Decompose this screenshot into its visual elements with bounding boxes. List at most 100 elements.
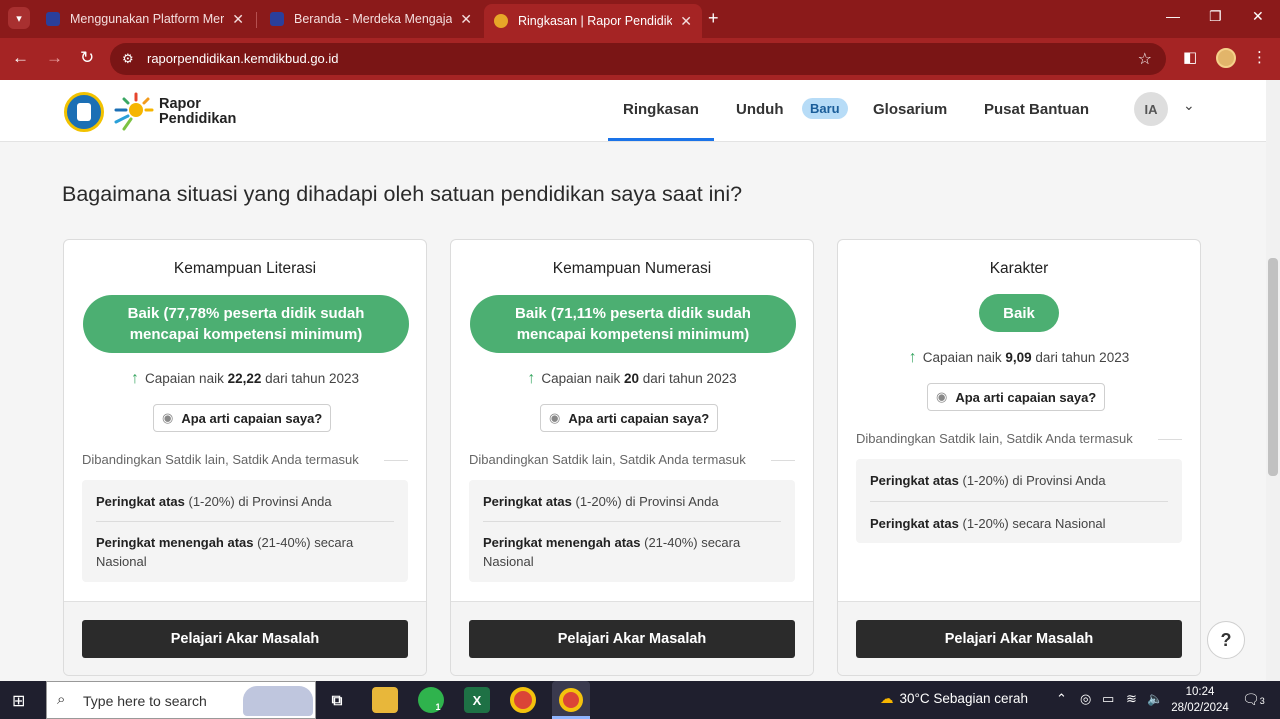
compare-label: Dibandingkan Satdik lain, Satdik Anda te…	[82, 452, 359, 467]
card-karakter: Karakter Baik ↑ Capaian naik 9,09 dari ta…	[837, 239, 1201, 676]
nav-unduh[interactable]: Unduh	[736, 101, 783, 118]
card-title: Karakter	[989, 260, 1049, 277]
user-avatar[interactable]: IA	[1134, 92, 1168, 126]
meet-now-icon[interactable]: ◎	[1080, 691, 1091, 707]
close-window-icon[interactable]: ✕	[1252, 8, 1264, 25]
merdeka-favicon-icon	[270, 12, 284, 26]
minimize-icon[interactable]: —	[1166, 8, 1180, 24]
side-panel-icon[interactable]: ◧	[1183, 48, 1197, 66]
merdeka-favicon-icon	[46, 12, 60, 26]
card-title: Kemampuan Numerasi	[552, 260, 712, 277]
task-view-icon[interactable]: ⧉	[324, 687, 350, 713]
battery-icon[interactable]: ▭	[1102, 691, 1114, 707]
nav-ringkasan[interactable]: Ringkasan	[623, 101, 699, 118]
card-title: Kemampuan Literasi	[173, 260, 317, 277]
rank-item: Peringkat atas (1-20%) secara Nasional	[870, 516, 1106, 531]
learn-root-cause-button[interactable]: Pelajari Akar Masalah	[856, 620, 1182, 658]
new-tab-plus-icon[interactable]: +	[708, 8, 719, 29]
help-question-icon[interactable]: ?	[1207, 621, 1245, 659]
tab-separator	[256, 12, 257, 28]
rank-item: Peringkat atas (1-20%) di Provinsi Anda	[483, 494, 719, 509]
file-explorer-icon[interactable]	[372, 687, 398, 713]
rank-box: Peringkat atas (1-20%) di Provinsi Anda …	[856, 459, 1182, 543]
eye-icon: ◉	[162, 410, 174, 425]
card-footer: Pelajari Akar Masalah	[64, 601, 426, 675]
meaning-button[interactable]: ◉ Apa arti capaian saya?	[927, 383, 1106, 411]
arrow-up-icon: ↑	[131, 370, 140, 387]
forward-arrow-icon[interactable]: →	[46, 48, 63, 68]
trend-text: ↑ Capaian naik 9,09 dari tahun 2023	[908, 349, 1130, 366]
weather-widget[interactable]: ☁ 30°C Sebagian cerah	[880, 691, 1028, 707]
profile-avatar-icon[interactable]	[1216, 48, 1236, 68]
kemdikbud-logo-icon[interactable]	[64, 92, 104, 132]
volume-icon[interactable]: 🔈	[1147, 691, 1163, 707]
search-highlight-illustration-icon	[243, 686, 313, 716]
learn-root-cause-button[interactable]: Pelajari Akar Masalah	[82, 620, 408, 658]
compare-label: Dibandingkan Satdik lain, Satdik Anda te…	[856, 431, 1133, 446]
rapor-sun-logo-icon[interactable]	[112, 92, 154, 132]
restore-icon[interactable]: ❐	[1209, 8, 1222, 25]
close-tab-icon[interactable]: ✕	[680, 13, 692, 30]
chevron-down-icon[interactable]: ⌄	[1183, 97, 1195, 114]
close-tab-icon[interactable]: ✕	[460, 11, 472, 28]
meaning-button[interactable]: ◉ Apa arti capaian saya?	[540, 404, 719, 432]
notification-center-icon[interactable]: 🗨3	[1242, 691, 1265, 708]
arrow-up-icon: ↑	[908, 349, 917, 366]
excel-icon[interactable]: X	[464, 687, 490, 713]
tab-platform-merdeka[interactable]: Menggunakan Platform Merdeka Mengajar ✕	[36, 4, 254, 34]
nav-glosarium[interactable]: Glosarium	[873, 101, 947, 118]
search-icon: ⌕	[57, 691, 66, 708]
eye-icon: ◉	[549, 410, 561, 425]
tab-beranda-merdeka[interactable]: Beranda - Merdeka Mengajar ✕	[260, 4, 482, 34]
whatsapp-icon[interactable]: 1	[418, 687, 444, 713]
divider	[771, 460, 795, 461]
browser-toolbar: ← → ↻ ⚙ raporpendidikan.kemdikbud.go.id …	[0, 38, 1280, 80]
brand-name[interactable]: Rapor Pendidikan	[159, 97, 236, 127]
card-footer: Pelajari Akar Masalah	[838, 601, 1200, 675]
windows-taskbar: ⊞ ⌕ Type here to search ⧉ 1 X ☁ 30°C Seba…	[0, 681, 1280, 719]
page-question-heading: Bagaimana situasi yang dihadapi oleh sat…	[62, 182, 743, 206]
status-badge: Baik (71,11% peserta didik sudah mencapa…	[470, 295, 796, 353]
address-bar[interactable]: ⚙ raporpendidikan.kemdikbud.go.id ☆	[110, 43, 1166, 75]
card-numerasi: Kemampuan Numerasi Baik (71,11% peserta …	[450, 239, 814, 676]
rank-item: Peringkat menengah atas (21-40%) secara …	[96, 535, 354, 569]
back-arrow-icon[interactable]: ←	[12, 48, 29, 68]
reload-icon[interactable]: ↻	[80, 48, 94, 68]
arrow-up-icon: ↑	[527, 370, 536, 387]
url-text: raporpendidikan.kemdikbud.go.id	[147, 51, 339, 66]
wifi-icon[interactable]: ≋	[1126, 691, 1137, 707]
partly-cloudy-icon: ☁	[880, 691, 894, 706]
meaning-button[interactable]: ◉ Apa arti capaian saya?	[153, 404, 332, 432]
scrollbar-thumb[interactable]	[1268, 258, 1278, 476]
chrome-active-icon[interactable]	[552, 681, 590, 719]
rank-box: Peringkat atas (1-20%) di Provinsi Anda …	[82, 480, 408, 582]
rank-item: Peringkat atas (1-20%) di Provinsi Anda	[870, 473, 1106, 488]
rapor-favicon-icon	[494, 14, 508, 28]
chrome-logo-icon	[559, 688, 583, 712]
learn-root-cause-button[interactable]: Pelajari Akar Masalah	[469, 620, 795, 658]
divider	[1158, 439, 1182, 440]
compare-label: Dibandingkan Satdik lain, Satdik Anda te…	[469, 452, 746, 467]
search-placeholder: Type here to search	[83, 693, 207, 709]
rank-item: Peringkat atas (1-20%) di Provinsi Anda	[96, 494, 332, 509]
nav-pusat-bantuan[interactable]: Pusat Bantuan	[984, 101, 1089, 118]
site-info-icon[interactable]: ⚙	[122, 51, 134, 67]
tab-search-button[interactable]: ▾	[8, 7, 30, 29]
site-header: Rapor Pendidikan Ringkasan Unduh Baru Gl…	[0, 80, 1266, 142]
chrome-icon[interactable]	[510, 687, 536, 713]
new-badge: Baru	[802, 98, 848, 119]
chrome-menu-icon[interactable]: ⋮	[1252, 48, 1267, 66]
close-tab-icon[interactable]: ✕	[232, 11, 244, 28]
chevron-up-icon[interactable]: ⌃	[1056, 691, 1067, 707]
taskbar-clock[interactable]: 10:24 28/02/2024	[1170, 684, 1230, 716]
nav-active-indicator	[608, 138, 714, 141]
card-literasi: Kemampuan Literasi Baik (77,78% peserta …	[63, 239, 427, 676]
tab-ringkasan-rapor[interactable]: Ringkasan | Rapor Pendidikan ✕	[484, 4, 702, 38]
trend-text: ↑ Capaian naik 20 dari tahun 2023	[527, 370, 737, 387]
bookmark-star-icon[interactable]: ☆	[1138, 49, 1152, 69]
rank-item: Peringkat menengah atas (21-40%) secara …	[483, 535, 741, 569]
taskbar-search[interactable]: ⌕ Type here to search	[46, 681, 316, 719]
windows-start-icon[interactable]: ⊞	[12, 691, 25, 711]
status-badge: Baik	[979, 294, 1059, 332]
eye-icon: ◉	[936, 389, 948, 404]
